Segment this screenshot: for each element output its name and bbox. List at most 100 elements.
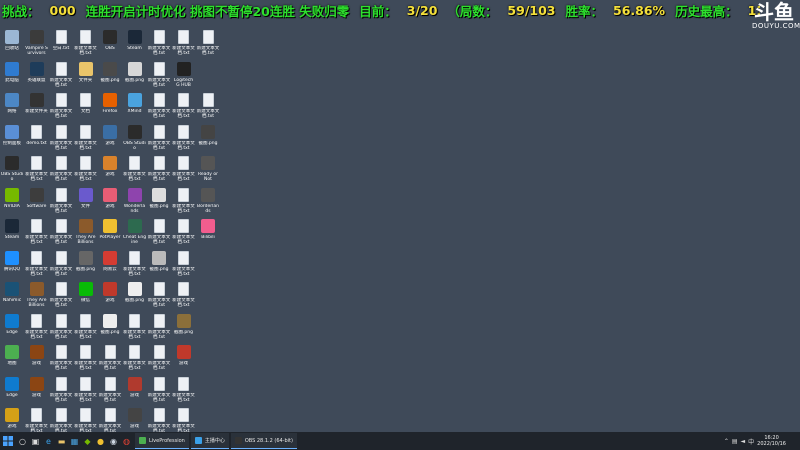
desktop-icon[interactable]: 游戏 <box>25 375 49 407</box>
desktop-icon[interactable]: 游戏 <box>98 280 122 312</box>
desktop-icon[interactable]: 新建文本文档.txt <box>147 312 171 344</box>
desktop-icon[interactable]: Cheat Engine <box>123 217 147 249</box>
desktop-icon[interactable]: PotPlayer <box>98 217 122 249</box>
desktop-icon[interactable]: 游戏 <box>98 123 122 155</box>
desktop-icon[interactable]: 截图.png <box>196 123 220 155</box>
desktop-icon[interactable]: 新建文本文档.txt <box>147 123 171 155</box>
desktop-icon[interactable]: 新建文本文档.txt <box>49 312 73 344</box>
desktop-icon[interactable]: 截图.png <box>123 60 147 92</box>
desktop-icon[interactable]: 截图.png <box>147 249 171 281</box>
desktop-icon[interactable]: Bilibili <box>196 217 220 249</box>
windows-start-icon[interactable] <box>0 432 16 450</box>
desktop-icon[interactable]: 新建文本文档.txt <box>172 123 196 155</box>
task-view-icon[interactable]: ▣ <box>29 432 42 450</box>
desktop-icon[interactable]: 英雄联盟 <box>25 60 49 92</box>
desktop-icon[interactable]: 新建文本文档.txt <box>172 28 196 60</box>
desktop-icon[interactable]: 回收站 <box>0 28 24 60</box>
desktop-icon[interactable]: 地图 <box>0 343 24 375</box>
desktop-icon[interactable]: Nahimic <box>0 280 24 312</box>
desktop-icon[interactable]: 游戏 <box>98 154 122 186</box>
taskbar-task-button[interactable]: 主播中心 <box>190 433 229 449</box>
desktop-icon[interactable]: demo.txt <box>25 123 49 155</box>
desktop-icon[interactable]: 控制面板 <box>0 123 24 155</box>
desktop-icon[interactable]: 新建文本文档.txt <box>147 280 171 312</box>
desktop-icon[interactable]: 新建文本文档.txt <box>74 123 98 155</box>
desktop-icon[interactable]: Firefox <box>98 91 122 123</box>
desktop-icon[interactable]: Edge <box>0 312 24 344</box>
desktop-icon[interactable]: 游戏 <box>172 343 196 375</box>
desktop-icon[interactable]: 新建文本文档.txt <box>172 154 196 186</box>
desktop-icon[interactable]: 新建文本文档.txt <box>49 375 73 407</box>
desktop-icon[interactable]: 新建文本文档.txt <box>123 154 147 186</box>
desktop-icon[interactable]: 文件 <box>74 186 98 218</box>
desktop-icon[interactable]: 此电脑 <box>0 60 24 92</box>
desktop-icon[interactable]: 新建文本文档.txt <box>49 186 73 218</box>
desktop-icon[interactable]: 新建文本文档.txt <box>25 217 49 249</box>
app-icon[interactable]: ● <box>94 432 107 450</box>
desktop-icon[interactable]: 新建文本文档.txt <box>123 343 147 375</box>
desktop-icon[interactable]: 新建文本文档.txt <box>147 217 171 249</box>
desktop-icon[interactable]: 新建文本文档.txt <box>25 249 49 281</box>
desktop-icon[interactable]: 新建文本文档.txt <box>74 343 98 375</box>
desktop-icon[interactable]: 新建文本文档.txt <box>49 280 73 312</box>
desktop-icon[interactable]: 新建文本文档.txt <box>123 249 147 281</box>
desktop-icon[interactable]: 新建文本文档.txt <box>49 154 73 186</box>
desktop-icon[interactable]: Wonderlands <box>123 186 147 218</box>
desktop-icon[interactable]: 空白.txt <box>49 28 73 60</box>
desktop-icon[interactable]: 截图.png <box>98 312 122 344</box>
desktop-icon[interactable]: XMind <box>123 91 147 123</box>
desktop-icon[interactable]: 截图.png <box>74 249 98 281</box>
desktop-icon[interactable]: They Are Billions <box>25 280 49 312</box>
desktop-icon[interactable]: 新建文本文档.txt <box>172 280 196 312</box>
clock[interactable]: 16:20 2022/10/16 <box>757 435 786 447</box>
taskbar-task-button[interactable]: OBS 28.1.2 (64-bit) <box>230 433 297 449</box>
desktop-icon[interactable]: 文件夹 <box>74 60 98 92</box>
desktop-icon[interactable]: 新建文本文档.txt <box>49 249 73 281</box>
desktop-icon[interactable]: 新建文本文档.txt <box>196 28 220 60</box>
network-icon[interactable]: ▤ <box>732 438 738 445</box>
desktop-icon[interactable]: 游戏 <box>123 375 147 407</box>
desktop-icon[interactable]: 新建文本文档.txt <box>147 154 171 186</box>
desktop-icon[interactable]: 新建文本文档.txt <box>74 154 98 186</box>
desktop-icon[interactable]: 新建文本文档.txt <box>172 186 196 218</box>
chrome-icon[interactable]: ◍ <box>120 432 133 450</box>
desktop-icon[interactable]: 新建文本文档.txt <box>172 249 196 281</box>
desktop-icon[interactable]: 新建文本文档.txt <box>147 375 171 407</box>
desktop-icon[interactable]: 新建文件夹 <box>25 91 49 123</box>
desktop-icon[interactable]: 新建文本文档.txt <box>147 91 171 123</box>
desktop-icon[interactable]: Steam <box>0 217 24 249</box>
desktop-icon[interactable]: 腾讯QQ <box>0 249 24 281</box>
desktop-icon[interactable]: Software <box>25 186 49 218</box>
desktop-icon[interactable]: 新建文本文档.txt <box>147 28 171 60</box>
desktop-icon[interactable]: 新建文本文档.txt <box>25 312 49 344</box>
desktop-icon[interactable]: Ready or Not <box>196 154 220 186</box>
edge-icon[interactable]: e <box>42 432 55 450</box>
desktop-icon[interactable]: 微信 <box>74 280 98 312</box>
desktop-icon[interactable]: 新建文本文档.txt <box>74 375 98 407</box>
desktop-icon[interactable]: 文档 <box>74 91 98 123</box>
desktop-icon[interactable]: 网络 <box>0 91 24 123</box>
desktop-icon[interactable]: 新建文本文档.txt <box>74 312 98 344</box>
volume-icon[interactable]: ◄ <box>741 438 746 445</box>
desktop-icon[interactable]: 网易云 <box>98 249 122 281</box>
desktop-icon[interactable]: 新建文本文档.txt <box>98 375 122 407</box>
desktop-icon[interactable]: 新建文本文档.txt <box>74 28 98 60</box>
search-icon[interactable]: ○ <box>16 432 29 450</box>
desktop-icon[interactable]: 新建文本文档.txt <box>172 91 196 123</box>
desktop-icon[interactable]: 新建文本文档.txt <box>98 343 122 375</box>
steam-icon[interactable]: ◉ <box>107 432 120 450</box>
desktop-icon[interactable]: 新建文本文档.txt <box>196 91 220 123</box>
desktop-icon[interactable]: 新建文本文档.txt <box>123 312 147 344</box>
desktop-icon[interactable]: OBS Studio <box>123 123 147 155</box>
desktop-icon[interactable]: 截图.png <box>147 186 171 218</box>
desktop-icon[interactable]: Logitech G HUB <box>172 60 196 92</box>
taskbar-task-button[interactable]: LiveProfession <box>135 433 189 449</box>
desktop-icon[interactable]: 截图.png <box>172 312 196 344</box>
tray-arrow-icon[interactable]: ⌃ <box>724 438 729 445</box>
desktop-icon[interactable]: 截图.png <box>98 60 122 92</box>
desktop-icon[interactable]: 新建文本文档.txt <box>49 60 73 92</box>
desktop-icon[interactable]: 游戏 <box>98 186 122 218</box>
desktop-icon[interactable]: OBS <box>98 28 122 60</box>
desktop-icon[interactable]: 新建文本文档.txt <box>147 343 171 375</box>
desktop-icon[interactable]: Borderlands <box>196 186 220 218</box>
